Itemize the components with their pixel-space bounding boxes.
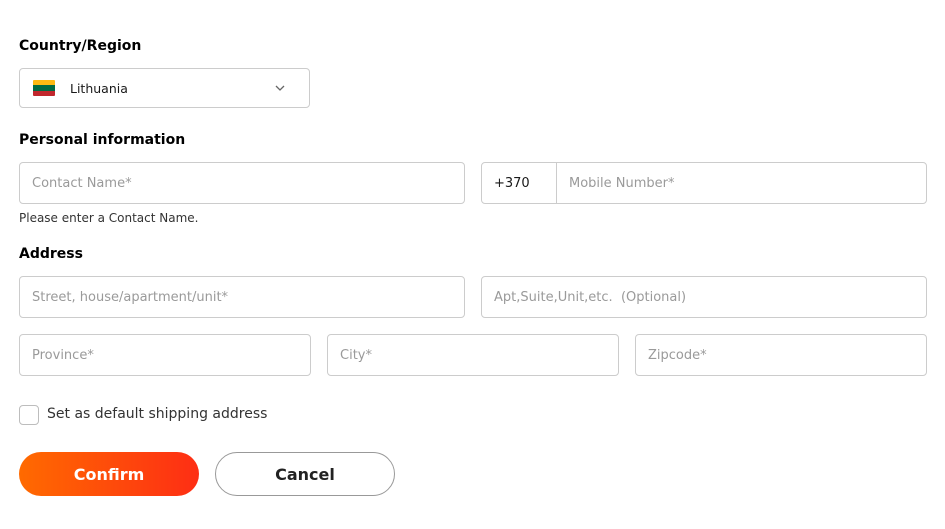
contact-name-error: Please enter a Contact Name. [19, 211, 199, 225]
confirm-button[interactable]: Confirm [19, 452, 199, 496]
province-placeholder: Province* [32, 347, 94, 363]
country-select-value: Lithuania [70, 80, 128, 96]
street-placeholder: Street, house/apartment/unit* [32, 289, 229, 305]
city-placeholder: City* [340, 347, 372, 363]
zipcode-input[interactable]: Zipcode* [635, 334, 927, 376]
contact-name-placeholder: Contact Name* [32, 175, 132, 191]
phone-code-value: +370 [494, 175, 530, 191]
personal-info-title: Personal information [19, 132, 186, 148]
address-title: Address [19, 246, 83, 262]
country-select[interactable]: Lithuania [19, 68, 310, 108]
mobile-number-placeholder: Mobile Number* [569, 175, 675, 191]
city-input[interactable]: City* [327, 334, 619, 376]
province-input[interactable]: Province* [19, 334, 311, 376]
phone-code-select[interactable]: +370 [481, 162, 557, 204]
contact-name-input[interactable]: Contact Name* [19, 162, 465, 204]
apt-input[interactable]: Apt,Suite,Unit,etc. (Optional) [481, 276, 927, 318]
chevron-down-icon [275, 85, 285, 91]
default-address-checkbox[interactable] [19, 405, 39, 425]
street-input[interactable]: Street, house/apartment/unit* [19, 276, 465, 318]
default-address-label[interactable]: Set as default shipping address [47, 406, 267, 422]
zipcode-placeholder: Zipcode* [648, 347, 707, 363]
mobile-number-input[interactable]: Mobile Number* [556, 162, 927, 204]
lithuania-flag-icon [33, 80, 55, 96]
cancel-button[interactable]: Cancel [215, 452, 395, 496]
country-region-title: Country/Region [19, 38, 142, 54]
apt-placeholder: Apt,Suite,Unit,etc. (Optional) [494, 289, 687, 305]
